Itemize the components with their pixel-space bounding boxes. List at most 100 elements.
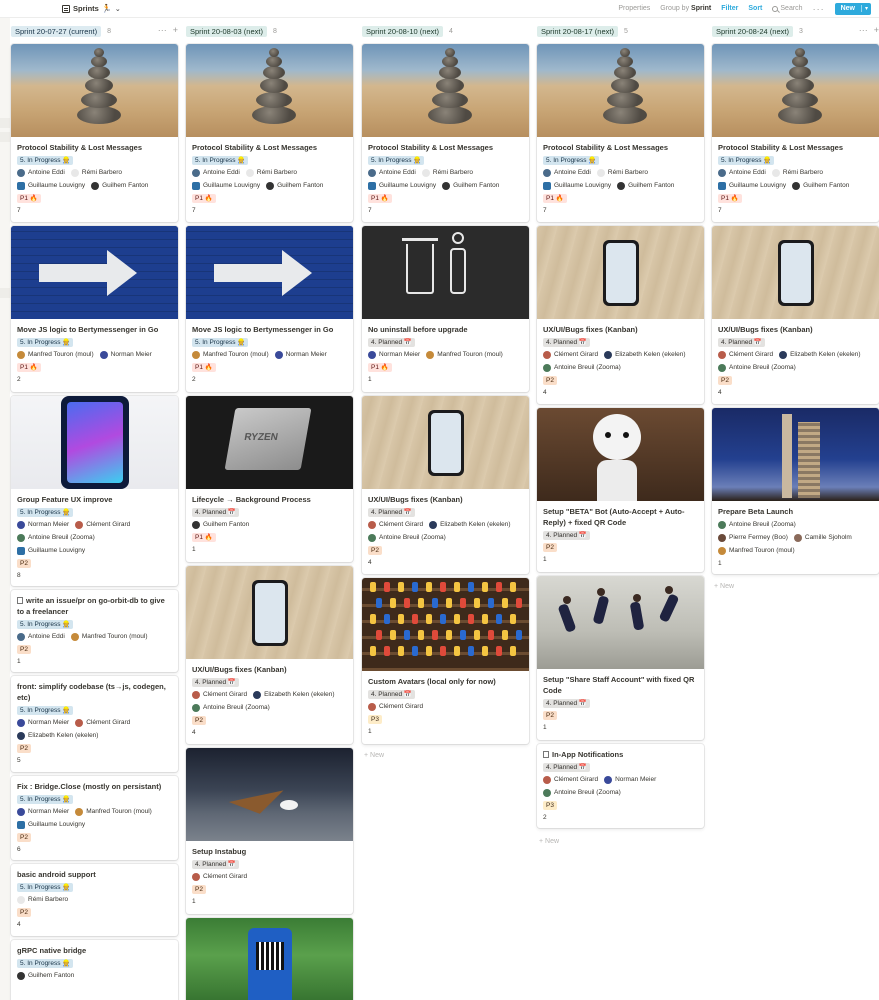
left-sidebar-edge xyxy=(0,18,10,1000)
board-column: Sprint 20-08-10 (next) 4 xyxy=(362,24,529,44)
board-card[interactable]: Protocol Stability & Lost Messages 5. In… xyxy=(186,44,353,222)
board-card[interactable]: Group Feature UX improve 5. In Progress … xyxy=(11,396,178,586)
board-card[interactable]: basic android support 5. In Progress 👷 R… xyxy=(11,864,178,936)
chevron-down-icon[interactable]: ▾ xyxy=(860,5,871,12)
avatar xyxy=(718,534,726,542)
more-options-icon[interactable]: ··· xyxy=(813,4,825,14)
person-tag: Guilhem Fanton xyxy=(442,181,499,191)
card-title: front: simplify codebase (ts→js, codegen… xyxy=(17,682,166,702)
board-card[interactable]: write an issue/pr on go-orbit-db to give… xyxy=(11,590,178,672)
person-name: Norman Meier xyxy=(110,351,152,358)
board-card[interactable] xyxy=(186,918,353,1000)
priority-tag: P2 xyxy=(17,833,31,842)
filter-button[interactable]: Filter xyxy=(721,5,738,12)
board-card[interactable]: gRPC native bridge 5. In Progress 👷 Guil… xyxy=(11,940,178,1000)
avatar xyxy=(17,633,25,641)
board-card[interactable]: UX/UI/Bugs fixes (Kanban) 4. Planned 📅 C… xyxy=(362,396,529,574)
person-tag: Guilhem Fanton xyxy=(792,181,849,191)
column-header[interactable]: Sprint 20-08-10 (next) 4 xyxy=(362,24,529,38)
add-card-button[interactable]: + New xyxy=(539,838,559,845)
add-card-button[interactable]: + New xyxy=(364,752,384,759)
avatar xyxy=(99,351,108,359)
board-card[interactable]: Fix : Bridge.Close (mostly on persistant… xyxy=(11,776,178,860)
chevron-down-icon[interactable]: ⌄ xyxy=(115,5,121,13)
card-title: In-App Notifications xyxy=(543,749,698,760)
avatar xyxy=(718,169,726,177)
story-points: 1 xyxy=(192,898,196,905)
person-tag: Manfred Touron (moul) xyxy=(192,350,269,360)
properties-button[interactable]: Properties xyxy=(618,5,650,12)
board-card[interactable]: UX/UI/Bugs fixes (Kanban) 4. Planned 📅 C… xyxy=(186,566,353,744)
add-card-button[interactable]: + New xyxy=(714,583,734,590)
board-card[interactable]: Custom Avatars (local only for now) 4. P… xyxy=(362,578,529,744)
avatar xyxy=(253,691,262,699)
board-card[interactable]: UX/UI/Bugs fixes (Kanban) 4. Planned 📅 C… xyxy=(537,226,704,404)
avatar xyxy=(779,351,788,359)
story-points: 4 xyxy=(17,921,21,928)
board-card[interactable]: Protocol Stability & Lost Messages 5. In… xyxy=(712,44,879,222)
board-card[interactable]: Prepare Beta Launch Antoine Breuil (Zoom… xyxy=(712,408,879,574)
avatar xyxy=(75,521,84,529)
new-button[interactable]: New ▾ xyxy=(834,2,871,15)
board-card[interactable]: Setup Instabug 4. Planned 📅 Clément Gira… xyxy=(186,748,353,914)
column-header[interactable]: Sprint 20-07-27 (current) 8 ··· + xyxy=(11,24,178,38)
board-card[interactable]: UX/UI/Bugs fixes (Kanban) 4. Planned 📅 C… xyxy=(712,226,879,404)
new-button-label: New xyxy=(840,5,855,12)
board-card[interactable]: Protocol Stability & Lost Messages 5. In… xyxy=(537,44,704,222)
status-tag: 5. In Progress 👷 xyxy=(192,338,249,347)
person-name: Guillaume Louvigny xyxy=(28,821,86,828)
board-card[interactable]: Lifecycle → Background Process 4. Planne… xyxy=(186,396,353,562)
sidebar-marker xyxy=(0,132,10,142)
sort-button[interactable]: Sort xyxy=(748,5,762,12)
card-title: Group Feature UX improve xyxy=(17,495,113,504)
column-header[interactable]: Sprint 20-08-24 (next) 3 ··· + xyxy=(712,24,879,38)
board-card[interactable]: No uninstall before upgrade 4. Planned 📅… xyxy=(362,226,529,392)
database-title[interactable]: Sprints 🏃 ⌄ xyxy=(62,4,121,13)
search-button[interactable]: Search xyxy=(772,5,803,12)
avatar xyxy=(245,169,254,177)
person-name: Rémi Barbero xyxy=(607,169,648,176)
person-tag: Clément Girard xyxy=(192,872,247,882)
board-card[interactable]: Protocol Stability & Lost Messages 5. In… xyxy=(11,44,178,222)
card-cover-image xyxy=(186,918,353,1000)
avatar xyxy=(75,719,84,727)
person-name: Norman Meier xyxy=(28,521,70,528)
person-name: Pierre Fermey (Boo) xyxy=(729,534,788,541)
more-icon[interactable]: ··· xyxy=(859,25,868,35)
add-icon[interactable]: + xyxy=(173,25,178,35)
status-tag: 4. Planned 📅 xyxy=(543,338,590,347)
board-card[interactable]: Setup "Share Staff Account" with fixed Q… xyxy=(537,576,704,740)
person-tag: Antoine Eddi xyxy=(192,168,240,178)
person-tag: Antoine Breuil (Zooma) xyxy=(192,703,270,713)
avatar xyxy=(17,732,25,740)
person-name: Clément Girard xyxy=(86,521,131,528)
person-tag: Antoine Eddi xyxy=(718,168,766,178)
board-card[interactable]: In-App Notifications 4. Planned 📅 Clémen… xyxy=(537,744,704,828)
group-by-button[interactable]: Group by Sprint xyxy=(660,5,711,12)
board-card[interactable]: front: simplify codebase (ts→js, codegen… xyxy=(11,676,178,772)
more-icon[interactable]: ··· xyxy=(158,25,167,35)
person-name: Elizabeth Kelen (ekelen) xyxy=(615,351,686,358)
person-tag: Norman Meier xyxy=(17,807,69,817)
story-points: 1 xyxy=(368,728,372,735)
board-card[interactable]: Move JS logic to Bertymessenger in Go 5.… xyxy=(186,226,353,392)
add-icon[interactable]: + xyxy=(874,25,879,35)
status-tag: 4. Planned 📅 xyxy=(192,508,239,517)
card-cover-image xyxy=(186,44,353,137)
person-tag: Guilhem Fanton xyxy=(617,181,674,191)
card-cover-image xyxy=(712,226,879,319)
person-name: Clément Girard xyxy=(203,691,248,698)
person-name: Guilhem Fanton xyxy=(203,521,250,528)
person-tag: Manfred Touron (moul) xyxy=(426,350,503,360)
avatar xyxy=(17,351,25,359)
column-header[interactable]: Sprint 20-08-17 (next) 5 xyxy=(537,24,704,38)
column-header[interactable]: Sprint 20-08-03 (next) 8 xyxy=(186,24,353,38)
person-tag: Rémi Barbero xyxy=(421,168,473,178)
board-card[interactable]: Setup "BETA" Bot (Auto-Accept + Auto-Rep… xyxy=(537,408,704,572)
board-card[interactable]: Protocol Stability & Lost Messages 5. In… xyxy=(362,44,529,222)
column-count: 8 xyxy=(107,27,112,35)
person-name: Clément Girard xyxy=(554,351,599,358)
person-name: Guillaume Louvigny xyxy=(28,547,86,554)
priority-tag: P1 🔥 xyxy=(17,194,41,203)
board-card[interactable]: Move JS logic to Bertymessenger in Go 5.… xyxy=(11,226,178,392)
